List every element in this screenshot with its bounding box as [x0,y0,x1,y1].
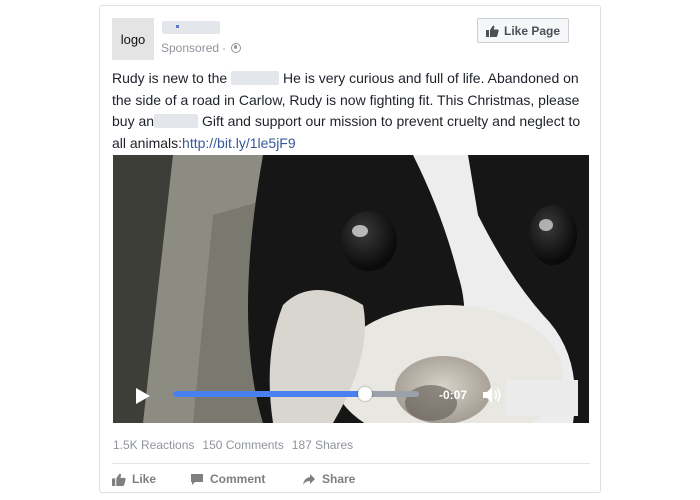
video-time-remaining: -0:07 [439,388,468,402]
post-link[interactable]: http://bit.ly/1le5jF9 [182,135,296,151]
video-scrubber-handle[interactable] [357,387,372,401]
play-icon[interactable] [135,387,151,405]
avatar-logo-text: logo [120,31,146,47]
comments-count[interactable]: 150 Comments [202,438,283,452]
like-page-button[interactable]: Like Page [477,18,569,43]
comment-icon [191,473,203,485]
shares-count[interactable]: 187 Shares [292,438,353,452]
thumbs-up-icon [112,473,126,486]
page-name-redacted[interactable] [162,21,220,34]
post-body: Rudy is new to the He is very curious an… [112,68,592,154]
globe-icon[interactable] [231,43,242,53]
page-avatar[interactable]: logo [112,18,154,60]
thumbs-up-icon [485,25,499,37]
like-button[interactable]: Like [112,472,156,486]
divider [112,463,590,464]
comment-label: Comment [210,472,266,486]
video-player[interactable]: -0:07 [113,155,589,423]
video-progress-bar[interactable] [173,387,419,401]
like-label: Like [132,472,157,486]
comment-button[interactable]: Comment [190,472,265,486]
redacted-gift-name [154,114,199,128]
sponsored-line: Sponsored · [161,41,242,55]
video-progress-fill [173,391,365,397]
volume-icon[interactable] [482,386,502,404]
share-button[interactable]: Share [302,472,355,486]
redacted-video-overlay [506,380,578,416]
share-label: Share [322,472,356,486]
sponsored-label[interactable]: Sponsored [161,41,219,55]
redacted-org-name [231,71,280,85]
sponsored-post-card: logo Sponsored · Like Page Rudy is new t… [99,5,601,493]
engagement-stats: 1.5K Reactions 150 Comments 187 Shares [113,438,353,452]
reactions-count[interactable]: 1.5K Reactions [113,438,194,452]
separator: · [222,41,227,55]
share-icon [303,473,315,485]
page-name-fragment [176,25,179,28]
post-text-part1: Rudy is new to the [112,70,228,86]
like-page-label: Like Page [503,23,561,38]
